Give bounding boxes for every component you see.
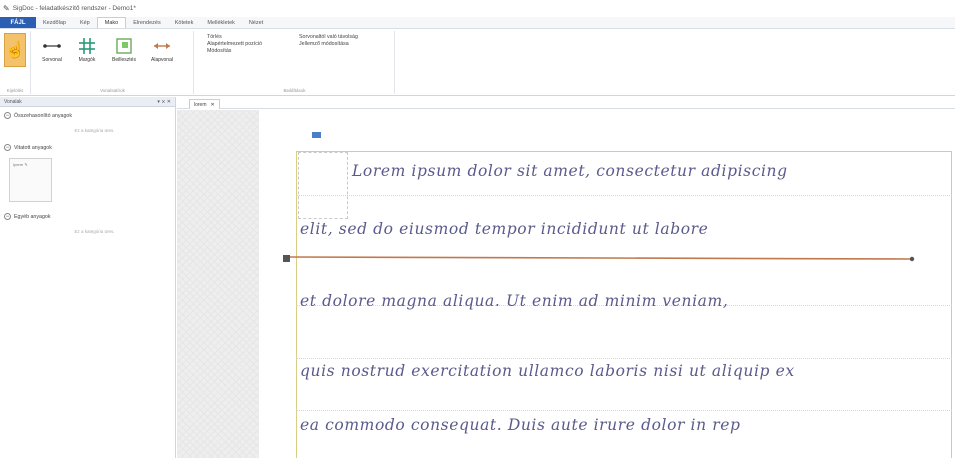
nav-empty-text: Ez a kategória üres. <box>74 128 115 133</box>
tavolsag-option[interactable]: Sorvonaltól való távolság <box>299 34 358 41</box>
baseline-handle[interactable] <box>283 255 290 262</box>
canvas-margin <box>177 110 259 458</box>
ribbon-group-select: ☝ Kijelölés <box>0 31 31 94</box>
baseline-line[interactable] <box>290 250 920 264</box>
ribbon-group-select-label: Kijelölés <box>6 88 24 93</box>
app-icon: ✎ <box>3 4 10 13</box>
select-tool-button[interactable]: ☝ <box>4 33 26 67</box>
tab-kezdolap[interactable]: Kezdőlap <box>36 17 73 28</box>
nav-section-title: Vitatott anyagok <box>14 144 52 151</box>
title-bar: ✎ SigDoc - feladatkészítő rendszer - Dem… <box>0 0 955 17</box>
ribbon-group-settings: Törlés Alapértelmezett pozíció Módosítás… <box>195 31 395 94</box>
guide-line <box>296 358 952 359</box>
settings-col2: Sorvonaltól való távolság Jellemző módos… <box>299 34 358 48</box>
navigation-pane: Vonalak ▾ ⨯ ✕ − Összehasonlító anyagok E… <box>0 97 176 458</box>
document-tab-bar: lorem ✕ <box>177 97 955 109</box>
alapvonal-button[interactable]: Alapvonal <box>147 35 177 63</box>
window-title: SigDoc - feladatkészítő rendszer - Demo1… <box>12 5 136 12</box>
modositas-option[interactable]: Módosítás <box>207 48 262 55</box>
collapse-icon[interactable]: − <box>4 144 11 151</box>
close-icon[interactable]: ✕ <box>211 102 215 108</box>
thumbnail-label: Iperm <box>13 162 24 167</box>
collapse-icon[interactable]: − <box>4 112 11 119</box>
torles-option[interactable]: Törlés <box>207 34 262 41</box>
handwriting-line-2: elit, sed do eiusmod tempor incididunt u… <box>300 220 709 238</box>
margok-button[interactable]: Margók <box>74 35 100 63</box>
nav-section-title: Összehasonlító anyagok <box>14 112 73 119</box>
sorvonal-button[interactable]: Sorvonal <box>38 35 66 63</box>
tab-kotetek[interactable]: Kötetek <box>168 17 201 28</box>
ribbon-group-lines-label: Vonalsatírok <box>100 88 125 93</box>
insert-box-icon <box>115 35 133 57</box>
ribbon: ☝ Kijelölés Sorvonal Margók Beillesztés … <box>0 29 955 96</box>
alapvonal-label: Alapvonal <box>151 57 173 63</box>
selection-marker[interactable] <box>312 132 321 138</box>
settings-col1: Törlés Alapértelmezett pozíció Módosítás <box>207 34 262 55</box>
nav-section-other[interactable]: − Egyéb anyagok <box>0 210 175 223</box>
nav-section-title: Egyéb anyagok <box>14 213 51 220</box>
nav-header: Vonalak ▾ ⨯ ✕ <box>0 97 175 107</box>
hand-pointer-icon: ☝ <box>5 42 25 59</box>
nav-header-title: Vonalak <box>4 98 22 105</box>
nav-section-disputed[interactable]: − Vitatott anyagok <box>0 141 175 154</box>
guide-line <box>296 410 952 411</box>
handwriting-line-3: et dolore magna aliqua. Ut enim ad minim… <box>300 292 729 310</box>
beillesztes-label: Beillesztés <box>112 57 136 63</box>
margok-label: Margók <box>78 57 96 63</box>
app-window: ✎ SigDoc - feladatkészítő rendszer - Dem… <box>0 0 955 458</box>
ribbon-group-lines: Sorvonal Margók Beillesztés Alapvonal Vo… <box>32 31 194 94</box>
document-tab[interactable]: lorem ✕ <box>189 99 220 109</box>
grid-icon <box>78 35 96 57</box>
baseline-icon <box>152 35 172 57</box>
ribbon-group-settings-label: Beállítások <box>283 88 306 93</box>
tab-mellekletek[interactable]: Mellékletek <box>200 17 242 28</box>
handwriting-line-4: quis nostrud exercitation ullamco labori… <box>300 362 795 380</box>
document-tab-label: lorem <box>194 101 207 108</box>
jellemzo-option[interactable]: Jellemző módosítása <box>299 41 358 48</box>
handwriting-line-5: ea commodo consequat. Duis aute irure do… <box>300 416 741 434</box>
alapertelmezett-option[interactable]: Alapértelmezett pozíció <box>207 41 262 48</box>
nav-section-comparison[interactable]: − Összehasonlító anyagok <box>0 109 175 122</box>
beillesztes-button[interactable]: Beillesztés <box>109 35 139 63</box>
document-thumbnail[interactable]: Iperm ✎ <box>9 158 52 202</box>
tab-nezet[interactable]: Nézet <box>242 17 270 28</box>
tab-mako[interactable]: Mako <box>96 17 127 28</box>
collapse-icon[interactable]: − <box>4 213 11 220</box>
guide-line <box>296 195 952 196</box>
handwriting-line-1: Lorem ipsum dolor sit amet, consectetur … <box>352 162 788 180</box>
tab-elrendezes[interactable]: Elrendezés <box>126 17 168 28</box>
menu-bar: FÁJL Kezdőlap Kép Mako Elrendezés Kötete… <box>0 17 955 29</box>
sorvonal-label: Sorvonal <box>42 57 62 63</box>
tab-kep[interactable]: Kép <box>73 17 97 28</box>
nav-header-controls[interactable]: ▾ ⨯ ✕ <box>157 99 171 105</box>
nav-empty-text: Ez a kategória üres. <box>74 229 115 234</box>
line-icon <box>42 35 62 57</box>
file-button[interactable]: FÁJL <box>0 17 36 28</box>
pen-icon: ✎ <box>24 162 28 167</box>
